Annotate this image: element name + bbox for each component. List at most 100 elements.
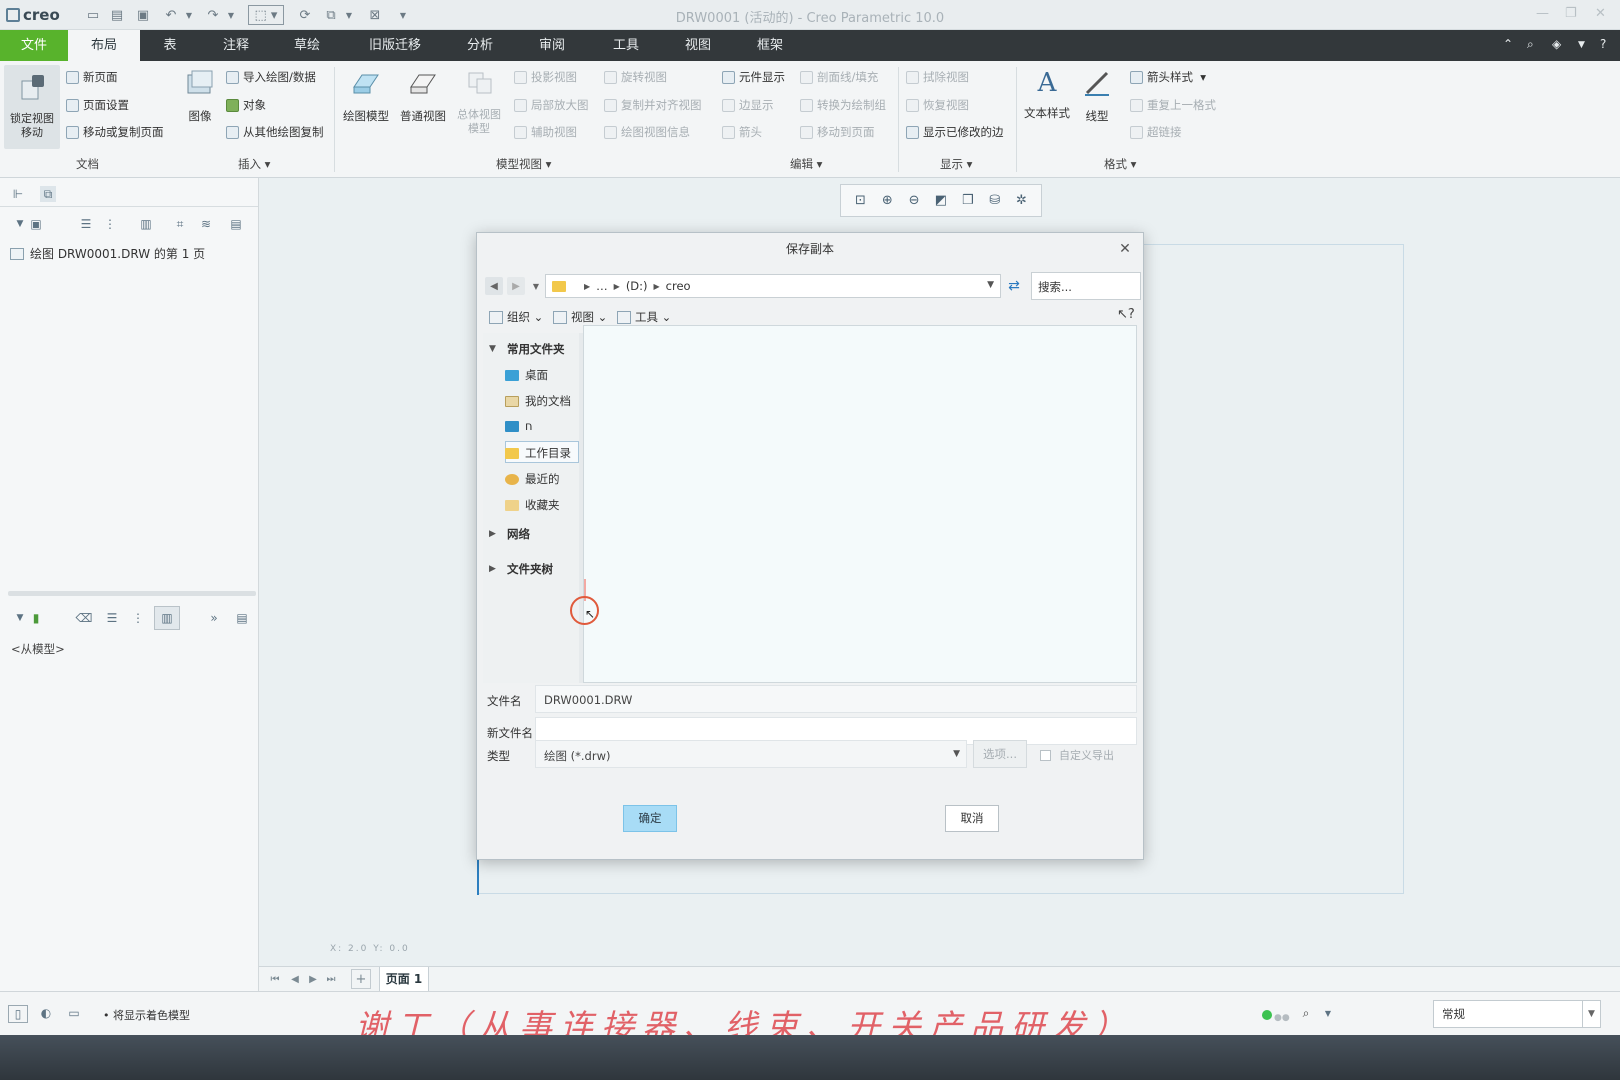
custom-export-checkbox[interactable]: 自定义导出 <box>1040 747 1114 763</box>
tab-sketch[interactable]: 草绘 <box>285 30 329 61</box>
folder-working-directory[interactable]: 工作目录 <box>505 445 571 461</box>
first-page-icon[interactable]: ⏮ <box>267 971 283 987</box>
folder-favorites[interactable]: 收藏夹 <box>505 497 560 513</box>
add-page-icon[interactable]: + <box>351 969 371 989</box>
last-page-icon[interactable]: ⏭ <box>323 971 339 987</box>
page-setup-button[interactable]: 页面设置 <box>66 97 129 113</box>
search-input[interactable]: 搜索... <box>1031 272 1141 300</box>
arrows-button[interactable]: 箭头 <box>722 124 762 140</box>
cancel-button[interactable]: 取消 <box>945 805 999 832</box>
redo-icon[interactable]: ↷ <box>204 6 222 24</box>
move-to-page-button[interactable]: 移动到页面 <box>800 124 875 140</box>
arrow-style-button[interactable]: 箭头样式 ▾ <box>1130 69 1206 85</box>
model-settings-icon[interactable]: ▤ <box>234 610 250 626</box>
repaint-icon[interactable]: ◩ <box>932 192 950 210</box>
model-collapse-arrow-icon[interactable]: ▼ <box>12 610 28 626</box>
close-app-icon[interactable]: ✕ <box>1595 6 1606 21</box>
browser-toggle-icon[interactable]: ◐ <box>38 1005 54 1021</box>
regenerate-icon[interactable]: ⟳ <box>296 6 314 24</box>
tab-tools[interactable]: 工具 <box>604 30 648 61</box>
layers-icon[interactable]: ≋ <box>198 216 214 232</box>
full-screen-icon[interactable]: ▭ <box>66 1005 82 1021</box>
projection-view-button[interactable]: 投影视图 <box>514 69 577 85</box>
file-name-field[interactable]: DRW0001.DRW <box>535 685 1137 713</box>
dialog-close-icon[interactable]: ✕ <box>1117 241 1133 257</box>
list-view-2-icon[interactable]: ☰ <box>104 610 120 626</box>
tab-frame[interactable]: 框架 <box>748 30 792 61</box>
list-detail-icon[interactable]: ⋮ <box>102 216 118 232</box>
tab-table[interactable]: 表 <box>150 30 190 61</box>
selection-filter-dropdown[interactable]: 常规 ▼ <box>1433 1000 1601 1028</box>
show-icon[interactable]: ▥ <box>138 216 154 232</box>
frame-icon[interactable]: ⌗ <box>172 216 188 232</box>
display-style-icon[interactable]: ❒ <box>959 192 977 210</box>
save-icon[interactable]: ▣ <box>134 6 152 24</box>
minimize-icon[interactable]: — <box>1536 6 1549 21</box>
lock-view-movement-button[interactable]: 锁定视图 移动 <box>4 65 60 149</box>
open-file-icon[interactable]: ▤ <box>108 6 126 24</box>
new-page-button[interactable]: 新页面 <box>66 69 118 85</box>
page-tab-1[interactable]: 页面 1 <box>379 967 429 992</box>
line-style-button[interactable]: 线型 <box>1076 67 1118 124</box>
organize-menu[interactable]: 组织 ⌄ <box>489 309 543 325</box>
restore-icon[interactable]: ❐ <box>1565 6 1577 21</box>
layer-tree-tab-icon[interactable]: ⧉ <box>40 186 56 202</box>
import-drawing-button[interactable]: 导入绘图/数据 <box>226 69 316 85</box>
learning-icon[interactable]: ◈ <box>1552 37 1561 51</box>
element-display-button[interactable]: 元件显示 <box>722 69 785 85</box>
windows-icon[interactable]: ⧉ <box>322 6 340 24</box>
close-window-icon[interactable]: ⊠ <box>366 6 384 24</box>
repeat-format-button[interactable]: 重复上一格式 <box>1130 97 1216 113</box>
path-bar[interactable]: ▶ … ▶ (D:) ▶ creo ▼ <box>545 274 1001 298</box>
tree-settings-icon[interactable]: ▤ <box>228 216 244 232</box>
group-label-format[interactable]: 格式 ▾ <box>1104 156 1136 172</box>
show-2-icon[interactable]: ▥ <box>154 606 180 630</box>
network-header[interactable]: ▶ 网络 <box>489 526 530 542</box>
detailed-view-button[interactable]: 局部放大图 <box>514 97 589 113</box>
tab-review[interactable]: 审阅 <box>530 30 574 61</box>
group-label-display[interactable]: 显示 ▾ <box>940 156 972 172</box>
find-icon[interactable]: ⌕ <box>1298 1005 1314 1021</box>
tools-menu[interactable]: 工具 ⌄ <box>617 309 671 325</box>
auxiliary-view-button[interactable]: 辅助视图 <box>514 124 577 140</box>
tab-layout[interactable]: 布局 <box>68 30 140 61</box>
next-page-icon[interactable]: ▶ <box>305 971 321 987</box>
panel-splitter[interactable] <box>8 591 256 596</box>
folder-recent[interactable]: 最近的 <box>505 471 560 487</box>
tree-collapse-arrow-icon[interactable]: ▼ <box>12 216 28 232</box>
context-help-icon[interactable]: ↖? <box>1117 307 1135 322</box>
redo-dropdown-icon[interactable]: ▼ <box>222 6 240 24</box>
object-button[interactable]: 对象 <box>226 97 266 113</box>
path-segment[interactable]: (D:) <box>626 279 648 293</box>
forward-icon[interactable]: ▶ <box>507 277 525 295</box>
tab-view[interactable]: 视图 <box>676 30 720 61</box>
folder-tree-header[interactable]: ▶ 文件夹树 <box>489 561 553 577</box>
zoom-out-icon[interactable]: ⊖ <box>905 192 923 210</box>
tab-file[interactable]: 文件 <box>0 30 68 61</box>
help-icon[interactable]: ? <box>1600 37 1606 51</box>
folder-desktop[interactable]: 桌面 <box>505 367 548 383</box>
refit-icon[interactable]: ⊡ <box>851 192 869 210</box>
group-label-model-views[interactable]: 模型视图 ▾ <box>496 156 551 172</box>
tab-analysis[interactable]: 分析 <box>458 30 502 61</box>
customize-qat-icon[interactable]: ▼ <box>394 6 412 24</box>
windows-dropdown-icon[interactable]: ▼ <box>340 6 358 24</box>
tree-item-drawing-page[interactable]: 绘图 DRW0001.DRW 的第 1 页 <box>10 245 205 262</box>
collapse-ribbon-icon[interactable]: ⌃ <box>1503 37 1513 51</box>
search-icon[interactable]: ⌕ <box>1527 37 1534 52</box>
refresh-icon[interactable]: ⇄ <box>1005 277 1023 295</box>
model-icon[interactable]: ▮ <box>28 610 44 626</box>
copy-align-view-button[interactable]: 复制并对齐视图 <box>604 97 702 113</box>
ok-button[interactable]: 确定 <box>623 805 677 832</box>
drawing-model-button[interactable]: 绘图模型 <box>340 67 392 124</box>
undo-icon[interactable]: ↶ <box>162 6 180 24</box>
navigator-toggle-icon[interactable]: ▯ <box>8 1005 28 1023</box>
list-detail-2-icon[interactable]: ⋮ <box>130 610 146 626</box>
image-button[interactable]: 图像 <box>180 67 220 124</box>
group-label-edit[interactable]: 编辑 ▾ <box>790 156 822 172</box>
group-label-insert[interactable]: 插入 ▾ <box>238 156 270 172</box>
resume-view-button[interactable]: 恢复视图 <box>906 97 969 113</box>
folder-computer[interactable]: ח <box>505 419 533 433</box>
drawing-tree-icon[interactable]: ▣ <box>28 216 44 232</box>
tab-legacy-migration[interactable]: 旧版迁移 <box>360 30 430 61</box>
